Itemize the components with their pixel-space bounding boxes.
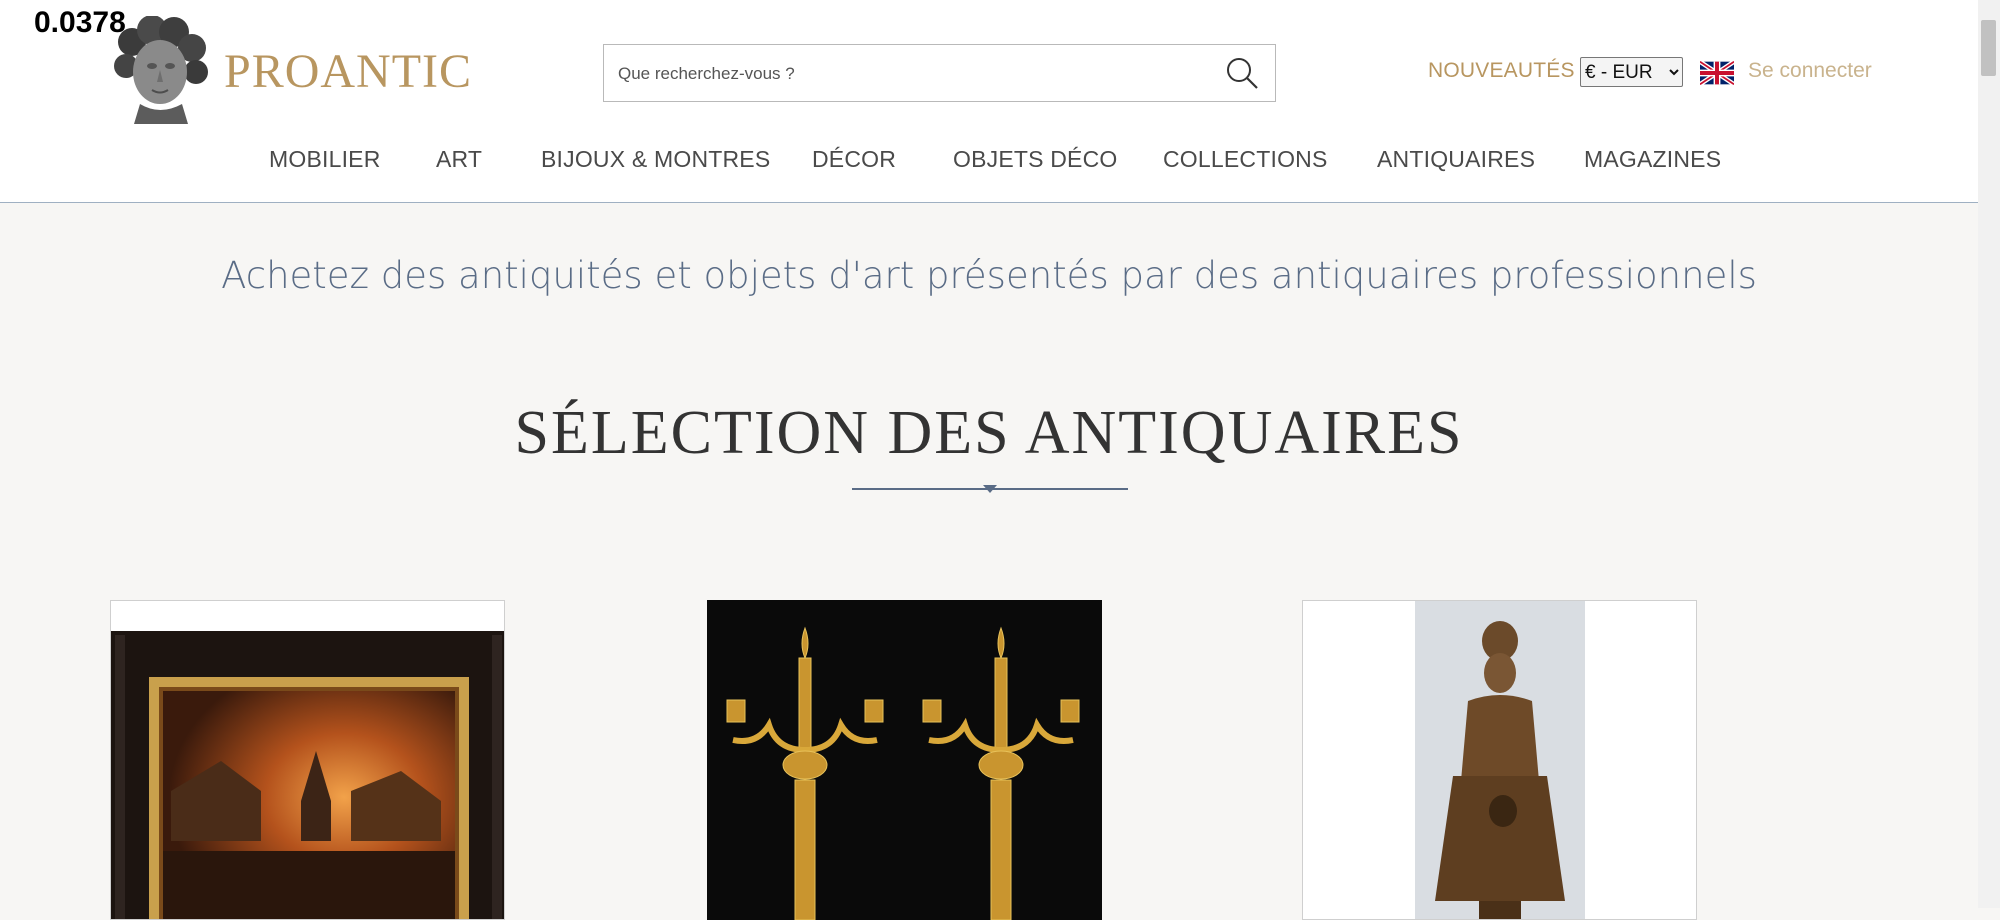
nav-item-antiquaires[interactable]: ANTIQUAIRES xyxy=(1377,146,1535,173)
product-card-candelabra[interactable] xyxy=(707,600,1102,920)
painting-fire-scene-image xyxy=(111,631,504,919)
gilt-bronze-candelabra-image xyxy=(707,600,1102,920)
nav-item-art[interactable]: ART xyxy=(436,146,482,173)
section-title: SÉLECTION DES ANTIQUAIRES xyxy=(514,399,1464,467)
tagline: Achetez des antiquités et objets d'art p… xyxy=(221,254,1757,297)
overlay-value: 0.0378 xyxy=(34,6,126,39)
new-arrivals-link[interactable]: NOUVEAUTÉS xyxy=(1428,59,1575,83)
site-header: PROANTIC NOUVEAUTÉS € - EUR Se connecter… xyxy=(0,0,1978,203)
title-divider-marker xyxy=(983,485,997,493)
page: 0.0378 PROANTIC NOUVE xyxy=(0,0,2000,920)
nav-item-collections[interactable]: COLLECTIONS xyxy=(1163,146,1328,173)
nav-item-objets-deco[interactable]: OBJETS DÉCO xyxy=(953,146,1118,173)
page-scrollbar[interactable] xyxy=(1978,0,2000,908)
product-card-statue[interactable] xyxy=(1302,600,1697,920)
nav-item-decor[interactable]: DÉCOR xyxy=(812,146,896,173)
nav-item-magazines[interactable]: MAGAZINES xyxy=(1584,146,1721,173)
search-icon xyxy=(1227,58,1258,89)
search-bar xyxy=(603,44,1276,102)
login-link[interactable]: Se connecter xyxy=(1748,59,1872,83)
scrollbar-thumb[interactable] xyxy=(1981,20,1996,76)
brand-logo-text[interactable]: PROANTIC xyxy=(224,44,472,99)
uk-flag-icon[interactable] xyxy=(1700,61,1734,85)
bronze-girl-statue-image xyxy=(1303,601,1696,919)
nav-item-mobilier[interactable]: MOBILIER xyxy=(269,146,381,173)
nav-item-bijoux-montres[interactable]: BIJOUX & MONTRES xyxy=(541,146,770,173)
main-nav: MOBILIER ART BIJOUX & MONTRES DÉCOR OBJE… xyxy=(0,146,1978,180)
search-input[interactable] xyxy=(616,55,1200,93)
currency-select[interactable]: € - EUR xyxy=(1580,57,1683,87)
search-button[interactable] xyxy=(1209,45,1275,101)
product-card-painting[interactable] xyxy=(110,600,505,920)
